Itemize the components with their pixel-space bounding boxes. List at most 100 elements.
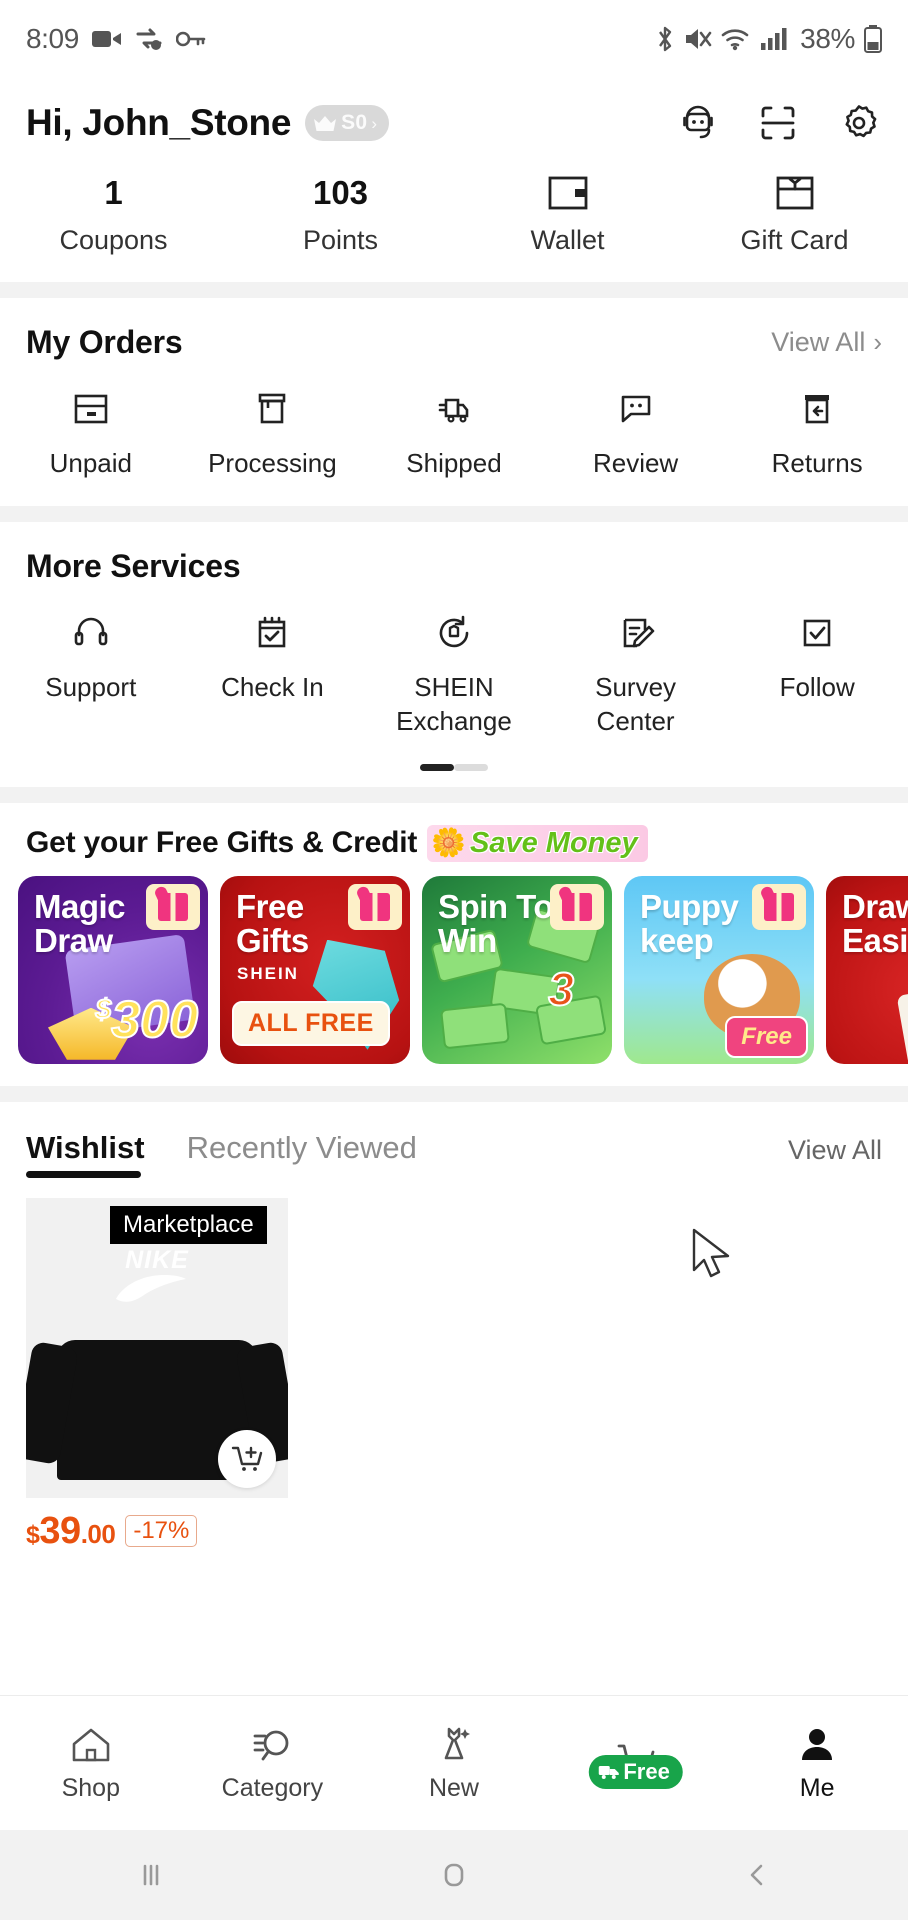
promo-card-puppy-keep[interactable]: Puppy keep Free [624,875,814,1064]
key-icon [175,31,206,47]
battery-percent: 38% [800,23,855,54]
order-status-unpaid[interactable]: Unpaid [0,385,182,480]
add-to-cart-button[interactable] [218,1429,276,1488]
promo-card-tag: ALL FREE [232,1000,390,1046]
gift-card-graphic [896,976,908,1064]
settings-icon[interactable] [836,100,882,146]
stat-coupons[interactable]: 1 Coupons [0,170,227,256]
wishlist-view-all-label: View All [787,1134,882,1165]
points-count: 103 [312,174,369,211]
survey-pencil-icon [623,618,654,648]
android-home-button[interactable] [303,1857,606,1893]
promo-header: Get your Free Gifts & Credit 🌼 Save Mone… [0,824,908,876]
currency-symbol: $ [95,992,113,1025]
promo-card-subtitle: SHEIN [237,963,299,983]
promo-card-spin-to-win[interactable]: Spin To Win 3 [422,875,612,1064]
wifi-icon [721,29,749,51]
video-camera-icon [91,31,121,47]
customer-service-icon[interactable] [676,101,720,145]
stat-wallet[interactable]: Wallet [454,170,681,256]
truck-icon [598,1766,619,1779]
calendar-check-icon [259,616,286,648]
orders-view-all-button[interactable]: View All › [771,327,882,358]
order-status-label: Shipped [406,448,502,478]
nav-new[interactable]: New [363,1723,545,1803]
section-divider [0,1085,908,1102]
status-bar: 8:09 38% [0,0,908,78]
wallet-icon [548,176,587,210]
exchange-icon [439,615,469,648]
vip-level-text: S0 [341,111,368,134]
order-status-review[interactable]: Review [545,385,727,480]
mute-icon [686,29,712,49]
page-content: Hi, John_Stone S0 › 1 Coupons 103 Points… [0,78,908,1695]
more-services-card: More Services Support Check In SHEIN Exc… [0,522,908,787]
save-money-label: Save Money [470,826,638,859]
processing-icon [259,393,286,424]
services-row: Support Check In SHEIN Exchange Survey C… [0,589,908,764]
home-icon [72,1728,110,1762]
status-time: 8:09 [26,23,79,54]
mouse-cursor [692,1228,730,1278]
more-services-header: More Services [0,522,908,589]
coupons-count: 1 [104,174,123,211]
service-label: Support [45,672,137,703]
nav-cart[interactable]: Free [545,1741,727,1789]
unpaid-icon [74,394,108,424]
stat-gift-card[interactable]: Gift Card [681,170,908,256]
promo-card-amount: $300 [95,990,199,1050]
order-status-label: Processing [208,448,337,478]
wishlist-view-all-button[interactable]: View All [788,1135,882,1182]
gift-tag-icon [550,883,604,930]
orders-view-all-label: View All [771,327,866,357]
pagination-dot [454,763,488,771]
flower-icon: 🌼 [431,827,467,859]
gift-tag-icon [752,883,806,930]
android-recents-button[interactable] [0,1857,303,1893]
gift-tag-icon [348,883,402,930]
chevron-right-icon: › [873,327,882,357]
stat-points[interactable]: 103 Points [227,170,454,256]
tab-recently-viewed[interactable]: Recently Viewed [187,1130,417,1182]
product-card[interactable]: Marketplace NIKE $39.00 -17% [26,1197,288,1553]
order-status-returns[interactable]: Returns [726,385,908,480]
service-follow[interactable]: Follow [726,609,908,738]
services-pagination[interactable] [0,763,908,787]
promo-card-strip[interactable]: Magic Draw $300 Free Gifts SHEIN ALL FRE… [0,875,908,1086]
service-survey-center[interactable]: Survey Center [545,609,727,738]
swoosh-icon [116,1274,186,1302]
price-decimal: .00 [80,1518,116,1549]
dress-icon [444,1727,470,1760]
service-label: Follow [779,672,855,703]
promo-card-title: Magic Draw [34,887,126,959]
nav-label: Me [799,1774,835,1802]
nav-category[interactable]: Category [182,1723,364,1803]
nav-shop[interactable]: Shop [0,1723,182,1803]
promo-card-magic-draw[interactable]: Magic Draw $300 [18,875,208,1064]
service-check-in[interactable]: Check In [182,609,364,738]
tab-wishlist[interactable]: Wishlist [26,1130,145,1182]
discount-badge: -17% [125,1515,198,1548]
shipped-truck-icon [438,398,469,423]
service-support[interactable]: Support [0,609,182,738]
promo-section: Get your Free Gifts & Credit 🌼 Save Mone… [0,802,908,1086]
service-shein-exchange[interactable]: SHEIN Exchange [363,609,545,738]
save-money-badge: 🌼 Save Money [427,824,648,862]
gift-card-label: Gift Card [740,225,849,255]
nav-me[interactable]: Me [726,1723,908,1803]
order-status-processing[interactable]: Processing [182,385,364,480]
promo-card-draw-easily[interactable]: Draw Easily $50 [826,875,908,1064]
promo-card-title: Draw Easily [842,887,908,959]
android-back-button[interactable] [605,1857,908,1893]
more-services-title: More Services [26,548,241,585]
nav-label: Shop [61,1774,120,1802]
back-icon [750,1864,762,1886]
product-image[interactable]: Marketplace NIKE [26,1197,288,1498]
status-bar-right: 38% [655,23,882,55]
order-status-shipped[interactable]: Shipped [363,385,545,480]
chevron-right-icon: › [371,113,378,133]
promo-card-free-gifts[interactable]: Free Gifts SHEIN ALL FREE [220,875,410,1064]
vip-level-badge[interactable]: S0 › [305,105,390,141]
promo-card-title: Free Gifts [236,887,309,959]
scan-icon[interactable] [756,101,800,145]
